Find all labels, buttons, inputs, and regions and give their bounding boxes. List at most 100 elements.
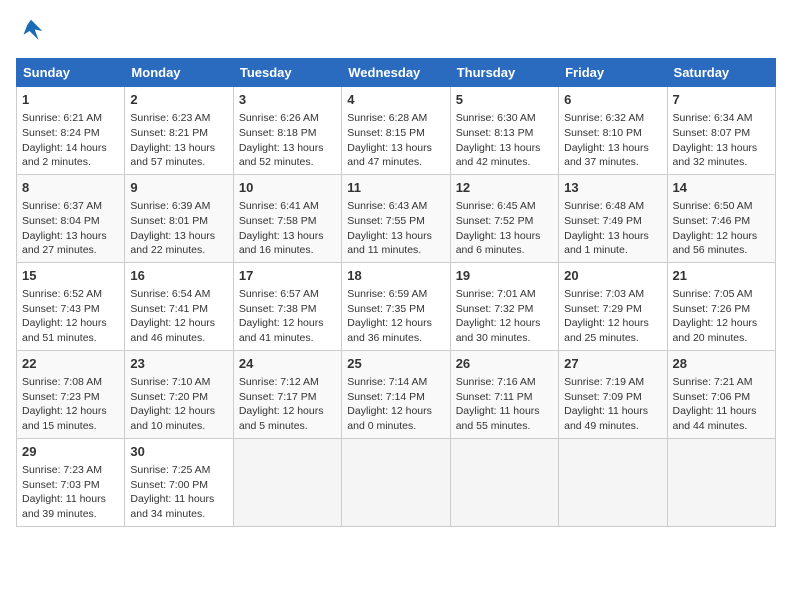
day-number: 10 bbox=[239, 179, 336, 197]
sunrise-label: Sunrise: 7:21 AM bbox=[673, 376, 753, 388]
sunrise-label: Sunrise: 6:52 AM bbox=[22, 288, 102, 300]
day-number: 29 bbox=[22, 443, 119, 461]
daylight-label: Daylight: 13 hours and 27 minutes. bbox=[22, 230, 107, 257]
daylight-label: Daylight: 13 hours and 6 minutes. bbox=[456, 230, 541, 257]
sunrise-label: Sunrise: 6:45 AM bbox=[456, 200, 536, 212]
sunrise-label: Sunrise: 7:01 AM bbox=[456, 288, 536, 300]
daylight-label: Daylight: 13 hours and 47 minutes. bbox=[347, 142, 432, 169]
calendar-cell: 23 Sunrise: 7:10 AM Sunset: 7:20 PM Dayl… bbox=[125, 350, 233, 438]
sunrise-label: Sunrise: 6:59 AM bbox=[347, 288, 427, 300]
sunrise-label: Sunrise: 7:03 AM bbox=[564, 288, 644, 300]
sunset-label: Sunset: 7:55 PM bbox=[347, 215, 425, 227]
sunset-label: Sunset: 7:00 PM bbox=[130, 479, 208, 491]
calendar-cell: 21 Sunrise: 7:05 AM Sunset: 7:26 PM Dayl… bbox=[667, 262, 775, 350]
day-number: 4 bbox=[347, 91, 444, 109]
calendar-cell: 27 Sunrise: 7:19 AM Sunset: 7:09 PM Dayl… bbox=[559, 350, 667, 438]
day-number: 13 bbox=[564, 179, 661, 197]
week-row-5: 29 Sunrise: 7:23 AM Sunset: 7:03 PM Dayl… bbox=[17, 438, 776, 526]
day-number: 1 bbox=[22, 91, 119, 109]
sunrise-label: Sunrise: 6:26 AM bbox=[239, 112, 319, 124]
sunset-label: Sunset: 7:06 PM bbox=[673, 391, 751, 403]
day-number: 6 bbox=[564, 91, 661, 109]
daylight-label: Daylight: 12 hours and 20 minutes. bbox=[673, 317, 758, 344]
sunset-label: Sunset: 7:20 PM bbox=[130, 391, 208, 403]
calendar-cell: 17 Sunrise: 6:57 AM Sunset: 7:38 PM Dayl… bbox=[233, 262, 341, 350]
sunset-label: Sunset: 7:38 PM bbox=[239, 303, 317, 315]
calendar-cell: 28 Sunrise: 7:21 AM Sunset: 7:06 PM Dayl… bbox=[667, 350, 775, 438]
sunrise-label: Sunrise: 7:16 AM bbox=[456, 376, 536, 388]
calendar-cell: 2 Sunrise: 6:23 AM Sunset: 8:21 PM Dayli… bbox=[125, 87, 233, 175]
calendar-cell: 9 Sunrise: 6:39 AM Sunset: 8:01 PM Dayli… bbox=[125, 174, 233, 262]
day-header-monday: Monday bbox=[125, 59, 233, 87]
calendar-cell: 6 Sunrise: 6:32 AM Sunset: 8:10 PM Dayli… bbox=[559, 87, 667, 175]
day-header-saturday: Saturday bbox=[667, 59, 775, 87]
calendar-cell: 30 Sunrise: 7:25 AM Sunset: 7:00 PM Dayl… bbox=[125, 438, 233, 526]
sunrise-label: Sunrise: 6:48 AM bbox=[564, 200, 644, 212]
day-header-friday: Friday bbox=[559, 59, 667, 87]
daylight-label: Daylight: 12 hours and 41 minutes. bbox=[239, 317, 324, 344]
daylight-label: Daylight: 13 hours and 11 minutes. bbox=[347, 230, 432, 257]
sunrise-label: Sunrise: 6:28 AM bbox=[347, 112, 427, 124]
sunrise-label: Sunrise: 7:10 AM bbox=[130, 376, 210, 388]
sunset-label: Sunset: 7:41 PM bbox=[130, 303, 208, 315]
sunrise-label: Sunrise: 6:34 AM bbox=[673, 112, 753, 124]
daylight-label: Daylight: 13 hours and 42 minutes. bbox=[456, 142, 541, 169]
daylight-label: Daylight: 12 hours and 0 minutes. bbox=[347, 405, 432, 432]
daylight-label: Daylight: 13 hours and 16 minutes. bbox=[239, 230, 324, 257]
day-number: 12 bbox=[456, 179, 553, 197]
calendar-cell bbox=[450, 438, 558, 526]
sunset-label: Sunset: 7:35 PM bbox=[347, 303, 425, 315]
sunset-label: Sunset: 8:01 PM bbox=[130, 215, 208, 227]
daylight-label: Daylight: 12 hours and 10 minutes. bbox=[130, 405, 215, 432]
sunset-label: Sunset: 7:49 PM bbox=[564, 215, 642, 227]
calendar-cell: 4 Sunrise: 6:28 AM Sunset: 8:15 PM Dayli… bbox=[342, 87, 450, 175]
sunset-label: Sunset: 7:11 PM bbox=[456, 391, 533, 403]
sunset-label: Sunset: 7:32 PM bbox=[456, 303, 534, 315]
day-number: 3 bbox=[239, 91, 336, 109]
logo bbox=[16, 16, 50, 46]
daylight-label: Daylight: 13 hours and 52 minutes. bbox=[239, 142, 324, 169]
calendar-cell: 29 Sunrise: 7:23 AM Sunset: 7:03 PM Dayl… bbox=[17, 438, 125, 526]
day-header-thursday: Thursday bbox=[450, 59, 558, 87]
daylight-label: Daylight: 12 hours and 30 minutes. bbox=[456, 317, 541, 344]
calendar-cell: 18 Sunrise: 6:59 AM Sunset: 7:35 PM Dayl… bbox=[342, 262, 450, 350]
sunrise-label: Sunrise: 7:25 AM bbox=[130, 464, 210, 476]
daylight-label: Daylight: 11 hours and 39 minutes. bbox=[22, 493, 106, 520]
calendar-cell: 3 Sunrise: 6:26 AM Sunset: 8:18 PM Dayli… bbox=[233, 87, 341, 175]
sunset-label: Sunset: 8:10 PM bbox=[564, 127, 642, 139]
day-number: 19 bbox=[456, 267, 553, 285]
sunrise-label: Sunrise: 7:05 AM bbox=[673, 288, 753, 300]
daylight-label: Daylight: 12 hours and 51 minutes. bbox=[22, 317, 107, 344]
week-row-2: 8 Sunrise: 6:37 AM Sunset: 8:04 PM Dayli… bbox=[17, 174, 776, 262]
calendar-table: SundayMondayTuesdayWednesdayThursdayFrid… bbox=[16, 58, 776, 527]
daylight-label: Daylight: 12 hours and 15 minutes. bbox=[22, 405, 107, 432]
sunrise-label: Sunrise: 6:21 AM bbox=[22, 112, 102, 124]
sunrise-label: Sunrise: 6:30 AM bbox=[456, 112, 536, 124]
day-number: 9 bbox=[130, 179, 227, 197]
calendar-cell: 5 Sunrise: 6:30 AM Sunset: 8:13 PM Dayli… bbox=[450, 87, 558, 175]
sunset-label: Sunset: 7:43 PM bbox=[22, 303, 100, 315]
daylight-label: Daylight: 12 hours and 46 minutes. bbox=[130, 317, 215, 344]
page-header bbox=[16, 16, 776, 46]
daylight-label: Daylight: 12 hours and 56 minutes. bbox=[673, 230, 758, 257]
calendar-cell: 15 Sunrise: 6:52 AM Sunset: 7:43 PM Dayl… bbox=[17, 262, 125, 350]
day-number: 27 bbox=[564, 355, 661, 373]
day-number: 18 bbox=[347, 267, 444, 285]
day-number: 26 bbox=[456, 355, 553, 373]
daylight-label: Daylight: 11 hours and 49 minutes. bbox=[564, 405, 648, 432]
day-number: 15 bbox=[22, 267, 119, 285]
daylight-label: Daylight: 13 hours and 57 minutes. bbox=[130, 142, 215, 169]
daylight-label: Daylight: 11 hours and 55 minutes. bbox=[456, 405, 540, 432]
day-number: 28 bbox=[673, 355, 770, 373]
sunrise-label: Sunrise: 6:23 AM bbox=[130, 112, 210, 124]
week-row-1: 1 Sunrise: 6:21 AM Sunset: 8:24 PM Dayli… bbox=[17, 87, 776, 175]
calendar-cell: 7 Sunrise: 6:34 AM Sunset: 8:07 PM Dayli… bbox=[667, 87, 775, 175]
sunset-label: Sunset: 7:14 PM bbox=[347, 391, 425, 403]
sunrise-label: Sunrise: 6:57 AM bbox=[239, 288, 319, 300]
calendar-cell: 1 Sunrise: 6:21 AM Sunset: 8:24 PM Dayli… bbox=[17, 87, 125, 175]
sunrise-label: Sunrise: 6:43 AM bbox=[347, 200, 427, 212]
sunset-label: Sunset: 8:24 PM bbox=[22, 127, 100, 139]
day-number: 5 bbox=[456, 91, 553, 109]
sunset-label: Sunset: 8:07 PM bbox=[673, 127, 751, 139]
calendar-cell: 26 Sunrise: 7:16 AM Sunset: 7:11 PM Dayl… bbox=[450, 350, 558, 438]
